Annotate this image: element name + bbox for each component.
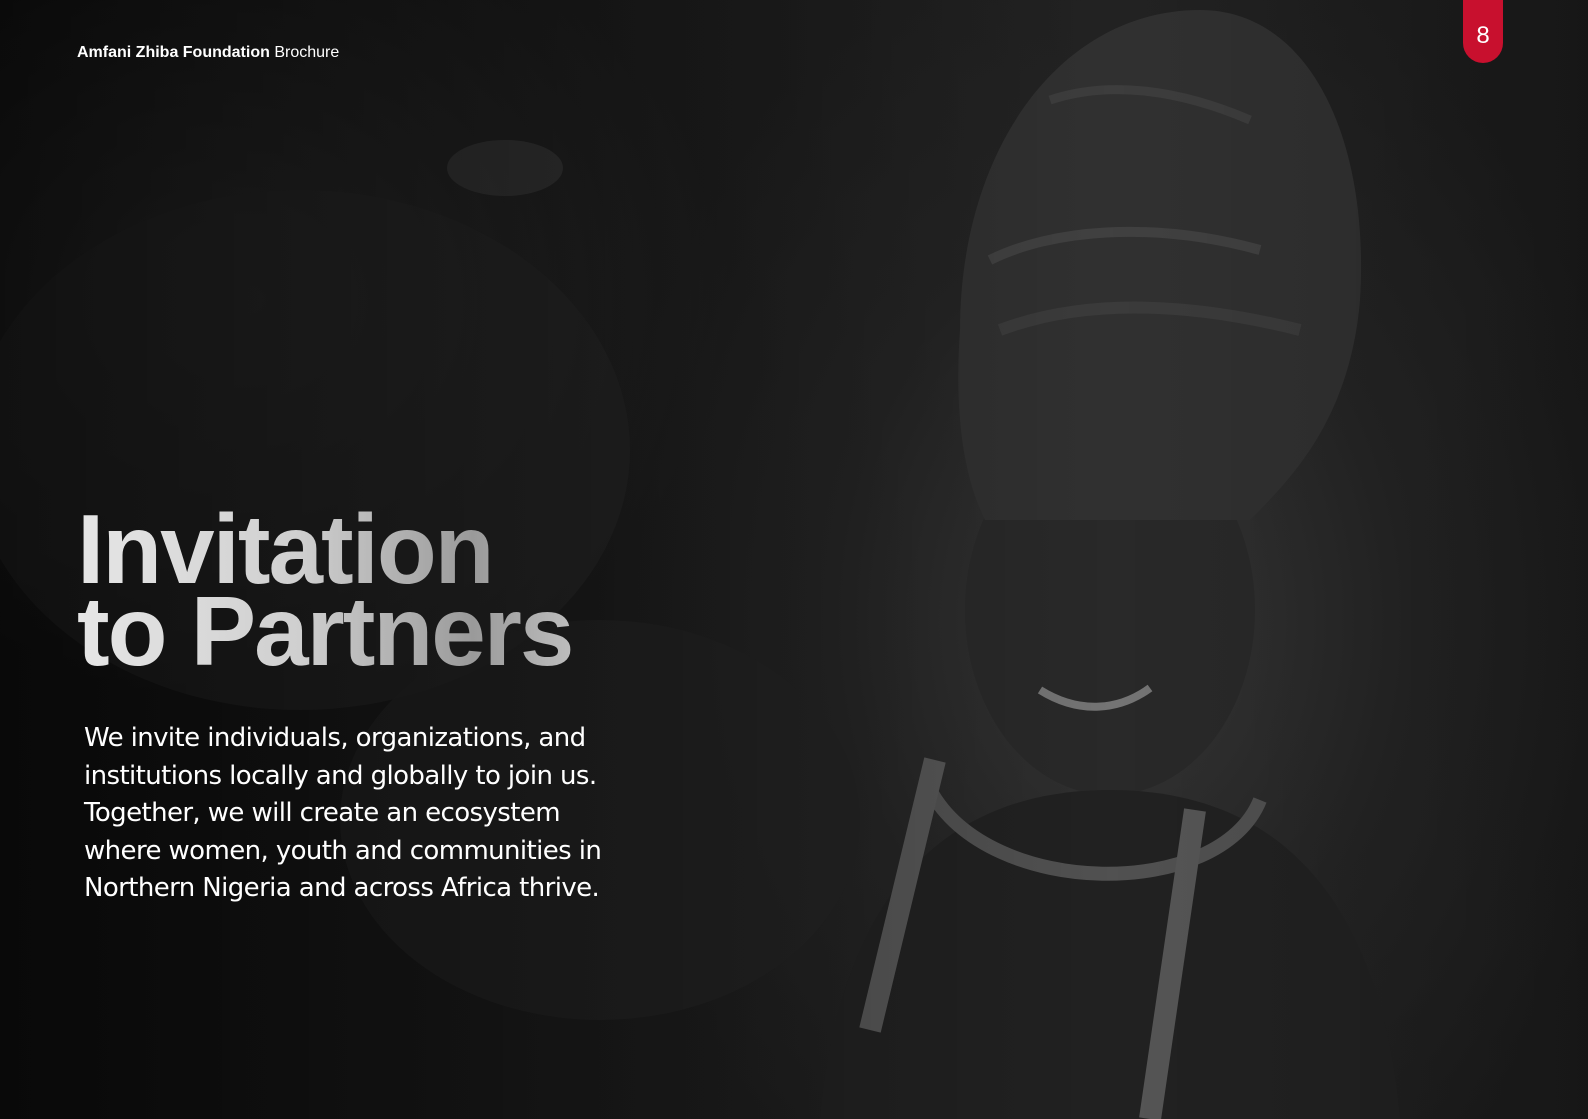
doc-type: Brochure: [274, 44, 340, 61]
page-number-tab: 8: [1463, 0, 1503, 63]
invitation-paragraph: We invite individuals, organizations, an…: [84, 723, 602, 903]
page-number: 8: [1476, 22, 1490, 49]
org-name: Amfani Zhiba Foundation: [77, 44, 270, 61]
page-title: Invitation to Partners: [77, 508, 572, 672]
title-line-2: to Partners: [77, 576, 573, 686]
brochure-header: Amfani Zhiba Foundation Brochure: [77, 44, 339, 62]
